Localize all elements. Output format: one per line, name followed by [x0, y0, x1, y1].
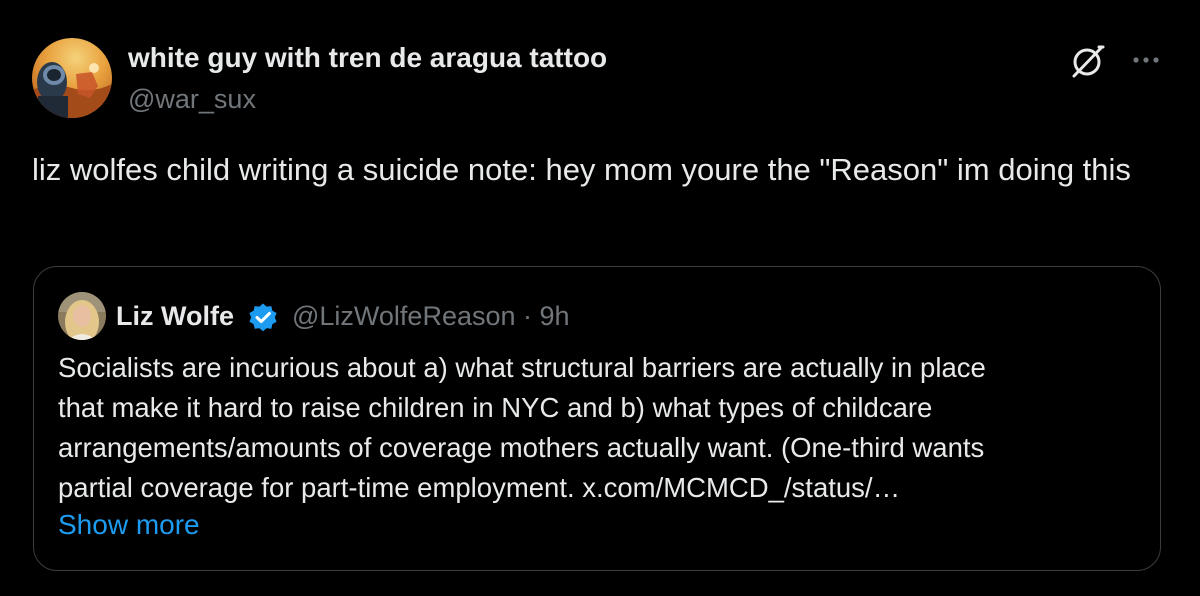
quoted-tweet-card[interactable]: Liz Wolfe @LizWolfeReason · 9h Socialist…	[33, 266, 1161, 571]
quoted-author-avatar[interactable]	[58, 292, 106, 340]
verified-badge-icon	[247, 302, 279, 334]
grok-icon[interactable]	[1070, 43, 1106, 79]
quoted-text-line: Socialists are incurious about a) what s…	[58, 352, 986, 383]
quoted-text-line: partial coverage for part-time employmen…	[58, 472, 901, 503]
more-options-icon[interactable]	[1128, 48, 1164, 72]
author-handle[interactable]: @war_sux	[128, 84, 256, 115]
quoted-text-line: that make it hard to raise children in N…	[58, 392, 933, 423]
quoted-text-line: arrangements/amounts of coverage mothers…	[58, 432, 985, 463]
tweet-text: liz wolfes child writing a suicide note:…	[32, 152, 1131, 187]
author-name[interactable]: white guy with tren de aragua tattoo	[128, 42, 607, 74]
quoted-tweet-text: Socialists are incurious about a) what s…	[58, 348, 1143, 508]
show-more-link[interactable]: Show more	[58, 509, 200, 541]
quoted-author-handle-time[interactable]: @LizWolfeReason · 9h	[292, 301, 570, 332]
tweet: white guy with tren de aragua tattoo @wa…	[0, 0, 1200, 596]
author-avatar[interactable]	[32, 38, 112, 118]
quoted-author-name[interactable]: Liz Wolfe	[116, 301, 234, 332]
